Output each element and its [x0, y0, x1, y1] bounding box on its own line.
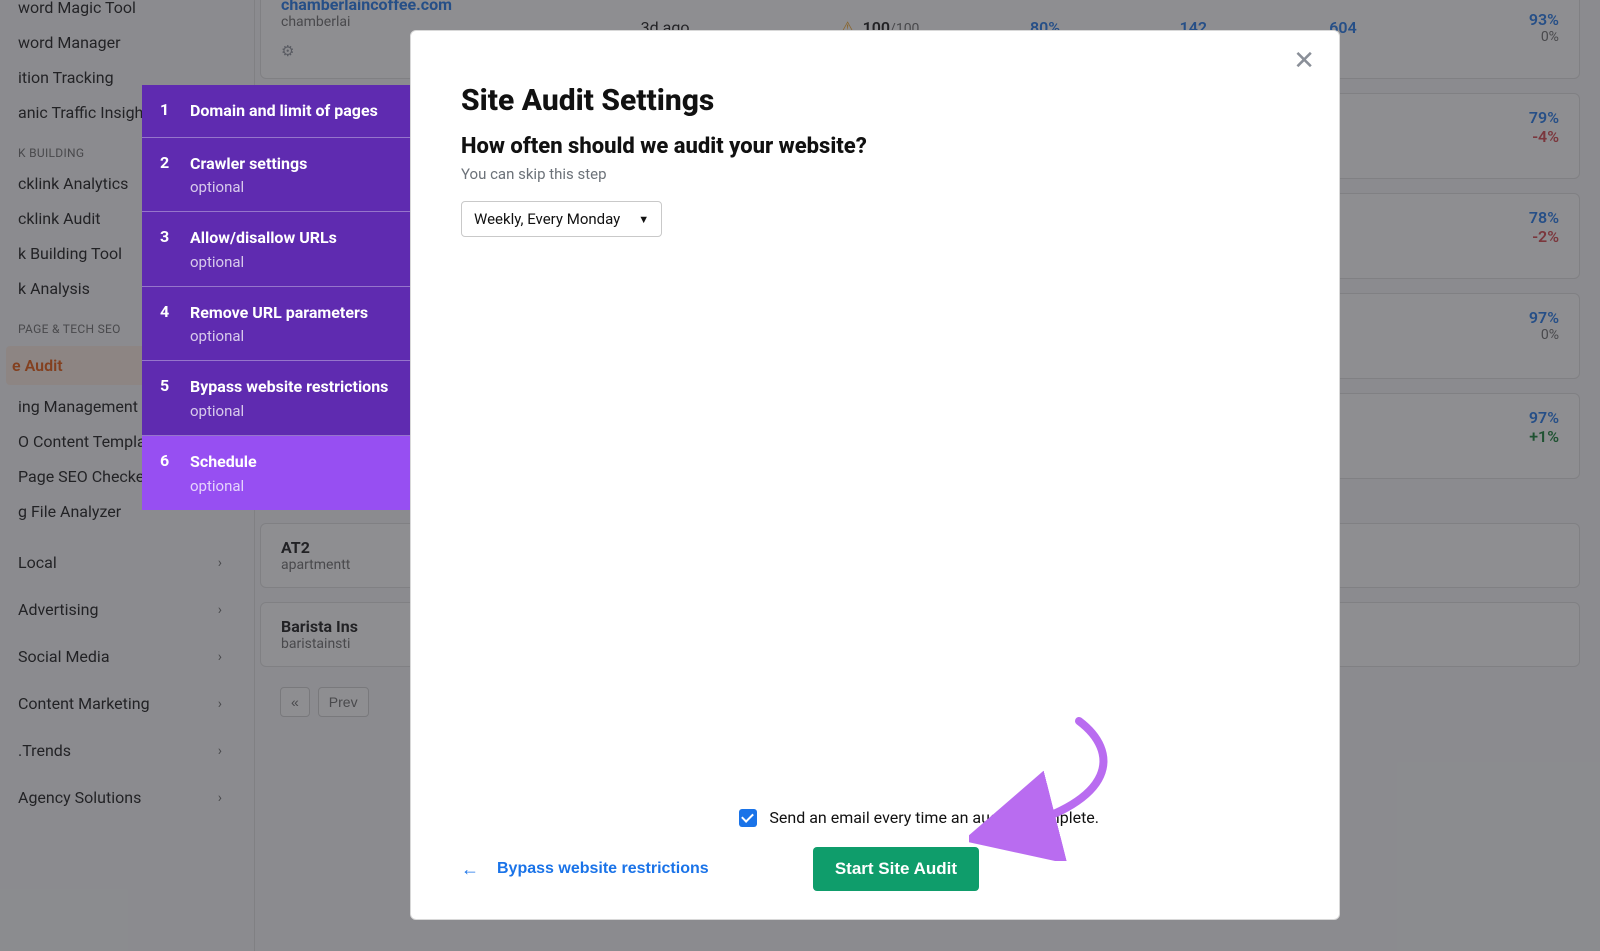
modal-title: Site Audit Settings: [461, 83, 1279, 118]
arrow-left-icon: ←: [461, 859, 479, 880]
step-label: Remove URL parameters: [190, 302, 368, 324]
wizard-steps: 1 Domain and limit of pages 2 Crawler se…: [142, 85, 410, 510]
step-label: Allow/disallow URLs: [190, 227, 337, 249]
wizard-step-4[interactable]: 4 Remove URL parameters optional: [142, 287, 410, 362]
site-audit-settings-modal: ✕ Site Audit Settings How often should w…: [410, 30, 1340, 920]
step-number: 2: [160, 153, 174, 197]
wizard-step-5[interactable]: 5 Bypass website restrictions optional: [142, 361, 410, 436]
step-label: Domain and limit of pages: [190, 100, 378, 122]
step-number: 3: [160, 227, 174, 271]
back-link-label: Bypass website restrictions: [497, 859, 709, 880]
step-label: Bypass website restrictions: [190, 376, 388, 398]
step-number: 1: [160, 100, 174, 122]
step-optional: optional: [190, 402, 388, 420]
wizard-step-3[interactable]: 3 Allow/disallow URLs optional: [142, 212, 410, 287]
start-site-audit-button[interactable]: Start Site Audit: [813, 847, 979, 891]
select-value: Weekly, Every Monday: [474, 210, 620, 228]
email-on-complete-label: Send an email every time an audit is com…: [769, 808, 1099, 827]
step-optional: optional: [190, 477, 257, 495]
email-on-complete-checkbox[interactable]: [739, 809, 757, 827]
schedule-frequency-select[interactable]: Weekly, Every Monday ▼: [461, 201, 662, 237]
modal-subtitle: How often should we audit your website?: [461, 134, 1279, 159]
step-optional: optional: [190, 253, 337, 271]
step-number: 4: [160, 302, 174, 346]
step-number: 6: [160, 451, 174, 495]
step-optional: optional: [190, 327, 368, 345]
step-number: 5: [160, 376, 174, 420]
wizard-step-1[interactable]: 1 Domain and limit of pages: [142, 85, 410, 138]
wizard-step-2[interactable]: 2 Crawler settings optional: [142, 138, 410, 213]
modal-hint: You can skip this step: [461, 165, 1279, 183]
step-label: Schedule: [190, 451, 257, 473]
step-label: Crawler settings: [190, 153, 307, 175]
chevron-down-icon: ▼: [638, 213, 649, 226]
back-to-bypass-restrictions-button[interactable]: ← Bypass website restrictions: [461, 859, 709, 880]
step-optional: optional: [190, 178, 307, 196]
wizard-step-6[interactable]: 6 Schedule optional: [142, 436, 410, 510]
modal-footer: Send an email every time an audit is com…: [461, 808, 1289, 891]
